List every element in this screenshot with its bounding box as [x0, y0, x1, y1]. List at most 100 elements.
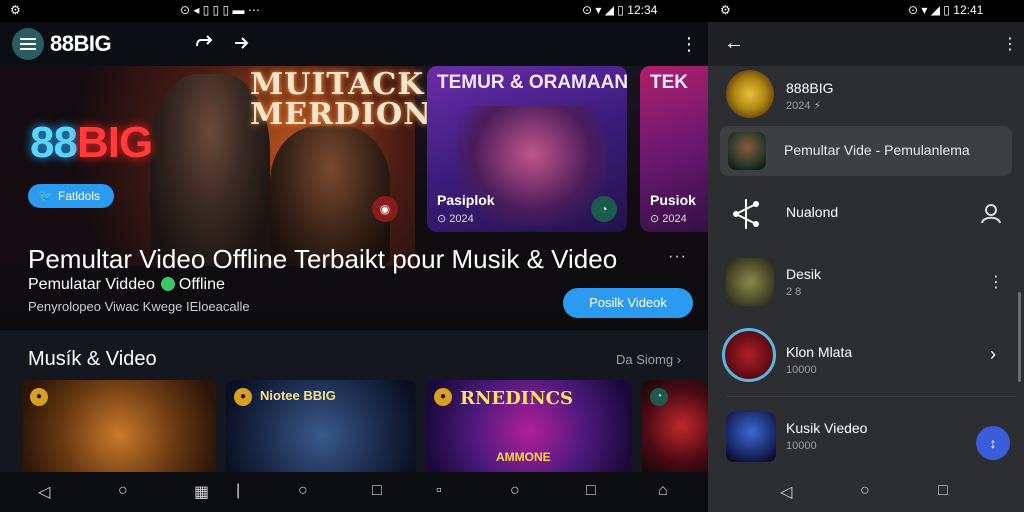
- coin-icon: ●: [234, 388, 252, 406]
- card-title: TEK: [650, 72, 688, 93]
- more-horiz-icon[interactable]: ···: [668, 248, 687, 266]
- hamburger-icon: [20, 38, 36, 50]
- system-nav-bar: ◁ ○ □: [708, 472, 1024, 512]
- divider-icon: |: [236, 482, 241, 499]
- fab-button[interactable]: ↕: [976, 426, 1010, 460]
- home-circle-icon[interactable]: ○: [860, 482, 870, 500]
- recents-square-icon[interactable]: □: [372, 482, 382, 500]
- recents-square-icon[interactable]: □: [938, 482, 948, 500]
- home-circle-icon[interactable]: ○: [510, 482, 520, 500]
- item-thumbnail: [728, 132, 766, 170]
- coin-avatar: [726, 70, 774, 118]
- video-thumbnail[interactable]: ● Niotee BBIG: [226, 380, 416, 472]
- square-icon[interactable]: ▫: [436, 482, 442, 500]
- grid-icon[interactable]: ▦: [194, 482, 209, 502]
- side-panel: ← ⋮ 888BIG 2024 ⚡ Pemultar Vide - Pemula…: [708, 22, 1024, 512]
- cta-button[interactable]: Posilk Videok: [563, 288, 693, 318]
- status-icons-left: ⚙: [10, 3, 21, 17]
- card-meta: ⊙ 2024: [437, 213, 474, 225]
- item-thumbnail: [726, 258, 774, 306]
- item-subtitle: 10000: [786, 440, 817, 452]
- back-arrow-icon[interactable]: ←: [724, 32, 744, 55]
- system-nav-bar: ◁ ○ ▦ | ○ □ ▫ ○ □ ⌂: [0, 472, 708, 512]
- card-title: TEMUR & ORAMAAN: [437, 72, 627, 93]
- card-subtitle: Pasiplok: [437, 192, 495, 208]
- divider: [726, 396, 1016, 397]
- share-icon[interactable]: [195, 34, 213, 57]
- card-meta: ⊙ 2024: [650, 213, 687, 225]
- list-item[interactable]: Klon Mlata 10000 ›: [708, 328, 1024, 384]
- hero-subtitle: Pemulatar Viddeo Offline: [28, 276, 225, 293]
- hero-banner: MUITACK MERDION 88BIG 🐦 Fatldols ◉ TEMUR …: [0, 66, 708, 330]
- app-brand: 88BIG: [50, 31, 112, 56]
- item-title: Klon Mlata: [786, 344, 853, 360]
- item-title: Desik: [786, 266, 822, 282]
- video-thumbnail[interactable]: ● RNEDINCS AMMONE: [426, 380, 632, 472]
- coin-icon: ●: [30, 388, 48, 406]
- offline-dot-icon: [160, 277, 175, 291]
- status-time: 12:34: [627, 3, 658, 17]
- more-vert-icon[interactable]: ⋮: [680, 34, 698, 55]
- status-time-2: 12:41: [953, 3, 984, 17]
- hero-artwork[interactable]: MUITACK MERDION 88BIG 🐦 Fatldols ◉: [0, 66, 431, 266]
- more-vert-icon[interactable]: ⋮: [988, 272, 1004, 292]
- play-badge-icon[interactable]: ◉: [372, 196, 398, 222]
- status-icons-right: ⊙ ▾ ◢ ▯ 12:34: [582, 3, 658, 17]
- hero-logo: 88BIG: [30, 118, 153, 167]
- list-item[interactable]: 888BIG 2024 ⚡: [708, 70, 1024, 122]
- twitter-button[interactable]: 🐦 Fatldols: [28, 184, 115, 208]
- video-thumbnail[interactable]: ◔: [642, 380, 708, 472]
- video-thumbnail[interactable]: ●: [22, 380, 216, 472]
- status-icons-mid: ⊙ ◂ ▯ ▯ ▯ ▬ ⋯: [180, 3, 260, 17]
- scrollbar[interactable]: [1018, 292, 1021, 382]
- hero-description: Penyrolopeo Viwac Kwege IEloeacalle: [28, 299, 250, 314]
- list-item[interactable]: Nualond: [708, 194, 1024, 234]
- thumbnail-subtitle: AMMONE: [496, 450, 551, 464]
- item-title: Pemultar Vide - Pemulanlema: [784, 142, 970, 158]
- panel-app-bar: ← ⋮: [708, 22, 1024, 66]
- bag-icon[interactable]: ⌂: [658, 482, 668, 500]
- poster-title: MUITACK MERDION: [250, 67, 432, 132]
- section-header: Musík & Video Da Siomg ›: [0, 330, 708, 380]
- chevron-right-icon[interactable]: ›: [990, 344, 996, 365]
- item-subtitle: 2024 ⚡: [786, 100, 822, 112]
- item-subtitle: 2 8: [786, 286, 802, 298]
- item-title: Kusik Viedeo: [786, 420, 868, 436]
- thumbnail-title: RNEDINCS: [460, 388, 573, 409]
- card-artwork: [457, 106, 607, 226]
- back-triangle-icon[interactable]: ◁: [780, 482, 792, 502]
- selected-item[interactable]: Pemultar Vide - Pemulanlema: [720, 126, 1012, 176]
- section-title: Musík & Video: [28, 348, 157, 370]
- home-circle-icon[interactable]: ○: [298, 482, 308, 500]
- thumbnail-title: Niotee BBIG: [260, 388, 336, 403]
- item-avatar: [722, 328, 776, 382]
- play-icon: ◔: [650, 388, 668, 406]
- bird-icon: 🐦: [38, 189, 53, 203]
- status-bar: ⚙ ⊙ ◂ ▯ ▯ ▯ ▬ ⋯ ⊙ ▾ ◢ ▯ 12:34 ⚙ ⊙ ▾ ◢ ▯ …: [0, 0, 1024, 22]
- more-vert-icon[interactable]: ⋮: [1002, 34, 1018, 54]
- thumbnail-row: ● ● Niotee BBIG ● RNEDINCS AMMONE ◔: [0, 380, 708, 472]
- app-bar: 88BIG ⋮: [0, 22, 708, 66]
- list-item[interactable]: Desik 2 8 ⋮: [708, 258, 1024, 308]
- coin-icon: ●: [434, 388, 452, 406]
- back-triangle-icon[interactable]: ◁: [38, 482, 50, 502]
- recents-square-icon[interactable]: □: [586, 482, 596, 500]
- chevron-right-icon: ›: [676, 352, 682, 367]
- share-network-icon: [726, 194, 766, 234]
- forward-icon[interactable]: [232, 34, 250, 57]
- see-all-link[interactable]: Da Siomg ›: [616, 352, 681, 367]
- menu-button[interactable]: [12, 28, 44, 60]
- home-circle-icon[interactable]: ○: [118, 482, 128, 500]
- card-play-icon[interactable]: ◔: [591, 196, 617, 222]
- item-title: 888BIG: [786, 80, 834, 96]
- item-title: Nualond: [786, 204, 839, 220]
- featured-card[interactable]: TEMUR & ORAMAAN Pasiplok ⊙ 2024 ◔: [427, 66, 627, 232]
- user-icon[interactable]: [980, 202, 1002, 229]
- screen: ⚙ ⊙ ◂ ▯ ▯ ▯ ▬ ⋯ ⊙ ▾ ◢ ▯ 12:34 ⚙ ⊙ ▾ ◢ ▯ …: [0, 0, 1024, 512]
- status-icons-right-3: ⊙ ▾ ◢ ▯ 12:41: [908, 3, 984, 17]
- item-thumbnail: [726, 412, 776, 462]
- item-subtitle: 10000: [786, 364, 817, 376]
- status-icons-right-2: ⚙: [720, 3, 731, 17]
- featured-card[interactable]: TEK Pusiok ⊙ 2024: [640, 66, 708, 232]
- hero-title: Pemultar Video Offline Terbaikt pour Mus…: [28, 244, 618, 274]
